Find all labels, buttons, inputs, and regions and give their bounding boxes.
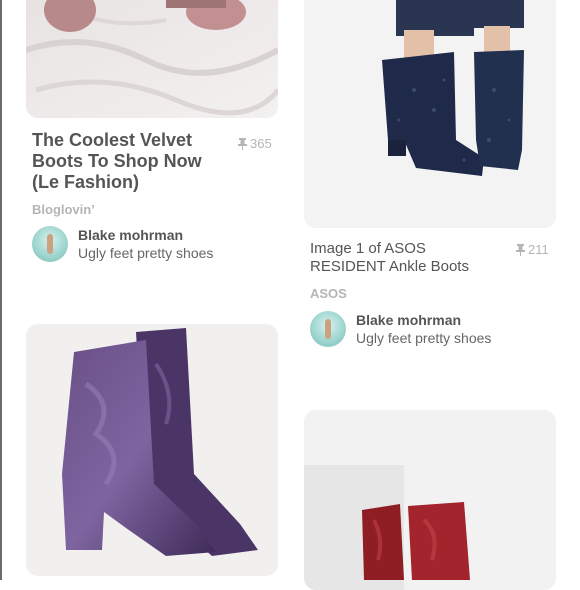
purple-boots-photo [26,324,278,576]
pushpin-icon [238,137,247,150]
save-count-value: 211 [528,242,549,257]
save-count: 365 [238,136,272,151]
avatar[interactable] [32,226,68,262]
screen-edge [0,0,2,580]
bedsheet-photo [26,0,278,118]
pinner-name[interactable]: Blake mohrman [356,312,491,329]
pinner-attribution[interactable]: Blake mohrman Ugly feet pretty shoes [310,311,491,347]
pinner-name[interactable]: Blake mohrman [78,227,213,244]
pushpin-icon [516,243,525,256]
board-name[interactable]: Ugly feet pretty shoes [356,329,491,347]
save-count: 211 [516,242,549,257]
pin-image-velvet-slippers[interactable] [26,0,278,118]
save-count-value: 365 [250,136,272,151]
pin-image-purple-velvet-boots[interactable] [26,324,278,576]
board-name[interactable]: Ugly feet pretty shoes [78,244,213,262]
pin-source[interactable]: ASOS [310,286,347,301]
pin-title[interactable]: Image 1 of ASOS RESIDENT Ankle Boots [310,240,500,276]
pin-source[interactable]: Bloglovin’ [32,202,95,217]
pin-title[interactable]: The Coolest Velvet Boots To Shop Now (Le… [32,130,222,193]
glitter-boots-photo [304,0,556,228]
pin-image-red-velvet-boots[interactable] [304,410,556,590]
pin-image-glitter-boots[interactable] [304,0,556,228]
pinner-attribution[interactable]: Blake mohrman Ugly feet pretty shoes [32,226,213,262]
avatar[interactable] [310,311,346,347]
red-boots-photo [304,410,556,590]
